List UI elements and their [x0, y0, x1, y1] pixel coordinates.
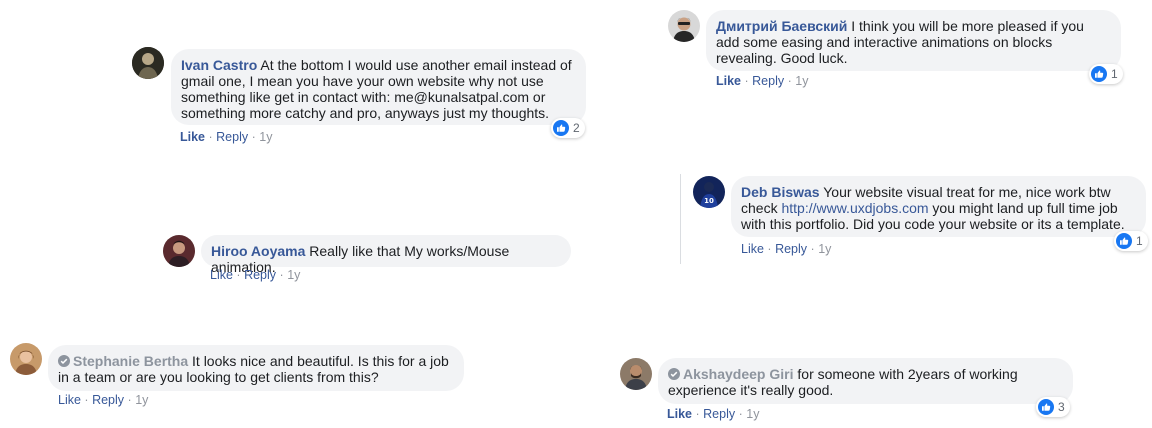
- avatar-image: [620, 358, 652, 390]
- reply-button[interactable]: Reply: [216, 130, 248, 144]
- reply-button[interactable]: Reply: [775, 242, 807, 256]
- like-reaction-icon: [1116, 233, 1132, 249]
- timestamp[interactable]: 1y: [135, 393, 148, 407]
- like-button[interactable]: Like: [741, 242, 764, 256]
- svg-text:10: 10: [704, 197, 714, 205]
- comment-author[interactable]: Akshaydeep Giri: [683, 366, 794, 382]
- separator: ·: [84, 393, 89, 407]
- like-reaction-icon: [1091, 66, 1107, 82]
- comment-bubble: Akshaydeep Giri for someone with 2years …: [658, 358, 1073, 404]
- timestamp[interactable]: 1y: [746, 407, 759, 421]
- separator: ·: [251, 130, 256, 144]
- avatar-image: 10: [693, 176, 725, 208]
- reply-button[interactable]: Reply: [752, 74, 784, 88]
- like-reaction-icon: [553, 120, 569, 136]
- comment-actions: Like · Reply · 1y: [58, 392, 148, 408]
- like-button[interactable]: Like: [210, 268, 233, 282]
- comment-actions: Like · Reply · 1y: [716, 73, 808, 89]
- reply-button[interactable]: Reply: [703, 407, 735, 421]
- separator: ·: [787, 74, 792, 88]
- separator: ·: [810, 242, 815, 256]
- reply-button[interactable]: Reply: [92, 393, 124, 407]
- separator: ·: [767, 242, 772, 256]
- comment-author[interactable]: Ivan Castro: [181, 57, 257, 73]
- comment-bubble: Дмитрий Баевский I think you will be mor…: [706, 10, 1121, 71]
- timestamp[interactable]: 1y: [287, 268, 300, 282]
- comment-actions: Like · Reply · 1y: [210, 267, 300, 283]
- comment-actions: Like · Reply · 1y: [741, 241, 831, 257]
- separator: ·: [744, 74, 749, 88]
- timestamp[interactable]: 1y: [818, 242, 831, 256]
- like-button[interactable]: Like: [667, 407, 692, 421]
- comment-author[interactable]: Stephanie Bertha: [73, 353, 188, 369]
- like-button[interactable]: Like: [180, 130, 205, 144]
- comment-author[interactable]: Deb Biswas: [741, 184, 820, 200]
- avatar[interactable]: [620, 358, 652, 390]
- thread-line: [680, 174, 681, 264]
- avatar[interactable]: 10: [693, 176, 725, 208]
- verified-icon: [58, 355, 70, 367]
- comment-bubble: Stephanie Bertha It looks nice and beaut…: [48, 345, 464, 391]
- comment-author[interactable]: Hiroo Aoyama: [211, 243, 305, 259]
- separator: ·: [208, 130, 213, 144]
- comment-actions: Like · Reply · 1y: [667, 406, 759, 422]
- reaction-count: 2: [573, 121, 580, 135]
- comment-bubble: Ivan Castro At the bottom I would use an…: [171, 49, 586, 125]
- reaction-count: 1: [1111, 67, 1118, 81]
- avatar[interactable]: [668, 10, 700, 42]
- timestamp[interactable]: 1y: [795, 74, 808, 88]
- reaction-badge[interactable]: 1: [1114, 231, 1148, 251]
- avatar-image: [163, 235, 195, 267]
- avatar[interactable]: [163, 235, 195, 267]
- like-button[interactable]: Like: [58, 393, 81, 407]
- reaction-badge[interactable]: 3: [1036, 397, 1070, 417]
- reaction-count: 3: [1058, 400, 1065, 414]
- avatar-image: [132, 47, 164, 79]
- comment-actions: Like · Reply · 1y: [180, 129, 272, 145]
- avatar[interactable]: [132, 47, 164, 79]
- comment-author[interactable]: Дмитрий Баевский: [716, 18, 847, 34]
- separator: ·: [738, 407, 743, 421]
- avatar-image: [10, 343, 42, 375]
- comment-link[interactable]: http://www.uxdjobs.com: [781, 200, 928, 216]
- comment-bubble: Deb Biswas Your website visual treat for…: [731, 176, 1146, 237]
- separator: ·: [695, 407, 700, 421]
- separator: ·: [127, 393, 132, 407]
- comment-bubble: Hiroo Aoyama Really like that My works/M…: [201, 235, 571, 275]
- separator: ·: [236, 268, 241, 282]
- like-button[interactable]: Like: [716, 74, 741, 88]
- reply-button[interactable]: Reply: [244, 268, 276, 282]
- timestamp[interactable]: 1y: [259, 130, 272, 144]
- like-reaction-icon: [1038, 399, 1054, 415]
- avatar[interactable]: [10, 343, 42, 375]
- reaction-badge[interactable]: 1: [1089, 64, 1123, 84]
- avatar-image: [668, 10, 700, 42]
- verified-icon: [668, 368, 680, 380]
- separator: ·: [279, 268, 284, 282]
- reaction-count: 1: [1136, 234, 1143, 248]
- reaction-badge[interactable]: 2: [551, 118, 585, 138]
